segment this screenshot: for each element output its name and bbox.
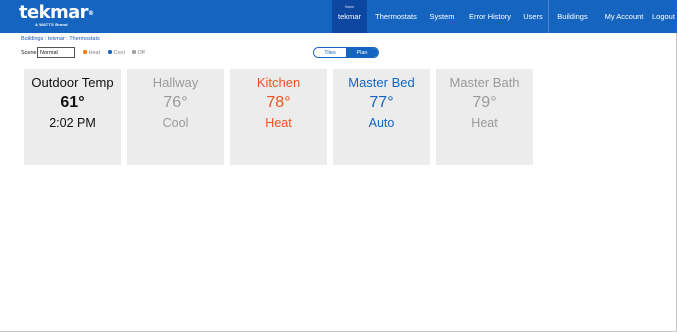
- top-navbar: tekmar® A WATTS Brand Home tekmar Thermo…: [0, 0, 677, 33]
- toggle-tiles[interactable]: Tiles: [314, 48, 346, 57]
- heat-dot-icon: [83, 50, 87, 54]
- nav-buildings-label: Buildings: [557, 12, 588, 21]
- nav-logout[interactable]: Logout: [652, 0, 677, 33]
- tile-mode: Heat: [471, 116, 498, 130]
- tile-name: Master Bath: [449, 75, 520, 90]
- nav-buildings[interactable]: Buildings: [549, 0, 596, 33]
- nav-users-label: Users: [523, 12, 543, 21]
- nav-home-badge: Home: [344, 5, 355, 9]
- nav-thermostats-label: Thermostats: [375, 12, 417, 21]
- tile-temp: 76°: [163, 94, 188, 111]
- off-dot-icon: [132, 50, 136, 54]
- tile-time: 2:02 PM: [49, 116, 96, 130]
- legend-cool: Cool: [108, 50, 125, 56]
- nav-thermostats[interactable]: Thermostats: [368, 0, 424, 33]
- legend-heat-label: Heat: [88, 50, 101, 56]
- legend-off-label: Off: [137, 50, 145, 56]
- tile-mode: Heat: [265, 116, 292, 130]
- nav-logout-label: Logout: [652, 12, 675, 21]
- tile-mode: Auto: [368, 116, 395, 130]
- tile-name: Outdoor Temp: [31, 75, 114, 90]
- tile-temp: 79°: [472, 94, 497, 111]
- nav-tekmar-label: tekmar: [338, 12, 361, 21]
- nav-system-label: System: [429, 12, 455, 21]
- cool-dot-icon: [108, 50, 112, 54]
- tile-outdoor-temp[interactable]: Outdoor Temp 61° 2:02 PM: [24, 69, 121, 165]
- nav-tekmar[interactable]: Home tekmar: [332, 0, 367, 33]
- nav-my-account-label: My Account: [604, 12, 644, 21]
- legend-cool-label: Cool: [113, 50, 125, 56]
- nav-system[interactable]: System: [424, 0, 460, 33]
- logo-text: tekmar: [19, 2, 89, 23]
- tile-temp: 78°: [266, 94, 291, 111]
- tile-mode: Cool: [162, 116, 189, 130]
- tile-name: Hallway: [152, 75, 199, 90]
- tile-name: Kitchen: [256, 75, 301, 90]
- toggle-plan[interactable]: Plan: [346, 48, 378, 57]
- scene-select[interactable]: [37, 47, 75, 58]
- tile-hallway[interactable]: Hallway 76° Cool: [127, 69, 224, 165]
- tile-master-bath[interactable]: Master Bath 79° Heat: [436, 69, 533, 165]
- logo-registered-mark: ®: [87, 10, 94, 17]
- tile-temp: 77°: [369, 94, 394, 111]
- legend-off: Off: [132, 50, 145, 56]
- view-toggle: Tiles Plan: [313, 47, 379, 58]
- breadcrumb[interactable]: Buildings : tekmar : Thermostats: [21, 36, 100, 42]
- nav-my-account[interactable]: My Account: [598, 0, 650, 33]
- tile-kitchen[interactable]: Kitchen 78° Heat: [230, 69, 327, 165]
- nav-error-history-label: Error History: [468, 12, 512, 21]
- tekmar-logo[interactable]: tekmar® A WATTS Brand: [19, 2, 94, 28]
- nav-users[interactable]: Users: [519, 0, 547, 33]
- tile-name: Master Bed: [348, 75, 415, 90]
- tile-temp: 61°: [60, 94, 85, 111]
- legend-heat: Heat: [83, 50, 100, 56]
- scene-label: Scene: [21, 50, 37, 56]
- nav-error-history[interactable]: Error History: [462, 0, 518, 33]
- tile-master-bed[interactable]: Master Bed 77° Auto: [333, 69, 430, 165]
